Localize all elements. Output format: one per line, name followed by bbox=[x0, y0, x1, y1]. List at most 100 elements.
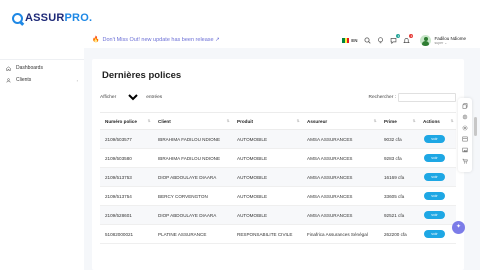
page-scrollbar[interactable] bbox=[474, 117, 477, 136]
table-search: Rechercher : bbox=[369, 93, 456, 102]
cart-icon[interactable] bbox=[462, 158, 468, 164]
view-button[interactable]: voir bbox=[424, 173, 445, 181]
gear-icon[interactable] bbox=[462, 125, 468, 131]
column-header[interactable]: Numéro police ⇅ bbox=[100, 112, 153, 130]
column-header[interactable]: Produit ⇅ bbox=[232, 112, 302, 130]
announcement-banner[interactable]: 🔥 Don't Miss Out! new update has been re… bbox=[92, 36, 220, 44]
language-selector[interactable]: EN bbox=[351, 38, 357, 43]
sidebar-item-label: Clients bbox=[16, 77, 32, 83]
sidebar-divider bbox=[0, 59, 84, 60]
column-header[interactable]: Actions ⇅ bbox=[418, 112, 456, 130]
sidebar: Dashboards Clients › ⌐ bbox=[0, 32, 84, 270]
sparkle-icon: ✦ bbox=[455, 224, 462, 230]
chevron-right-icon: › bbox=[76, 77, 78, 83]
column-header-label: Numéro police bbox=[105, 118, 137, 124]
entries-select[interactable]: 10 bbox=[121, 94, 142, 101]
fire-icon: 🔥 bbox=[92, 37, 100, 43]
policy-number-cell: 51082000021 bbox=[100, 224, 153, 244]
search-icon[interactable] bbox=[364, 37, 372, 44]
policy-number-cell: 2109/503580 bbox=[100, 148, 153, 168]
policy-number-cell: 2109/513754 bbox=[100, 186, 153, 206]
premium-cell: 33605 cfa bbox=[379, 186, 418, 206]
actions-cell: voir bbox=[418, 129, 456, 149]
sidebar-item-dashboards[interactable]: Dashboards bbox=[6, 65, 78, 71]
sort-icon: ⇅ bbox=[296, 119, 300, 123]
senegal-flag-icon[interactable] bbox=[342, 37, 350, 43]
column-header-label: Produit bbox=[237, 118, 254, 124]
table-row: 2109/503580 IBRAHIMA FADILOU NDIONE AUTO… bbox=[100, 148, 456, 168]
premium-cell: 9283 cfa bbox=[379, 148, 418, 168]
table-row: 2109/513753 DIOP ABDOULAYE DIAARA AUTOMO… bbox=[100, 167, 456, 187]
insurer-cell: Finafrica Assurances Sénégal bbox=[302, 224, 379, 244]
client-cell: IBRAHIMA FADILOU NDIONE bbox=[153, 148, 232, 168]
table-row: 2109/503577 IBRAHIMA FADILOU NDIONE AUTO… bbox=[100, 129, 456, 149]
client-cell: IBRAHIMA FADILOU NDIONE bbox=[153, 129, 232, 149]
insurer-cell: AMSA ASSURANCES bbox=[302, 186, 379, 206]
brand-logo[interactable]: ASSURPRO. bbox=[12, 12, 92, 24]
layout-icon[interactable] bbox=[462, 136, 468, 142]
actions-cell: voir bbox=[418, 205, 456, 225]
product-cell: AUTOMOBILE bbox=[232, 129, 302, 149]
notifications-badge: 2 bbox=[409, 33, 414, 38]
logo-mark-icon bbox=[12, 12, 23, 24]
table-row: 2109/528601 DIOP ABDOULAYE DIAARA AUTOMO… bbox=[100, 205, 456, 225]
actions-cell: voir bbox=[418, 148, 456, 168]
chevron-down-icon: ⌄ bbox=[444, 40, 448, 45]
client-cell: DIOP ABDOULAYE DIAARA bbox=[153, 205, 232, 225]
user-role-text: super bbox=[434, 40, 444, 45]
policy-number-cell: 2109/503577 bbox=[100, 129, 153, 149]
show-label: Afficher bbox=[100, 95, 117, 100]
column-header[interactable]: Client ⇅ bbox=[153, 112, 232, 130]
client-cell: DIOP ABDOULAYE DIAARA bbox=[153, 167, 232, 187]
view-button[interactable]: voir bbox=[424, 192, 445, 200]
sort-icon: ⇅ bbox=[450, 119, 454, 123]
column-header-label: Prime bbox=[384, 118, 397, 124]
product-cell: AUTOMOBILE bbox=[232, 205, 302, 225]
client-cell: BERCY CORVENGTON bbox=[153, 186, 232, 206]
search-input[interactable] bbox=[398, 93, 456, 102]
insurer-cell: AMSA ASSURANCES bbox=[302, 148, 379, 168]
premium-cell: 9032 cfa bbox=[379, 129, 418, 149]
table-row: 2109/513754 BERCY CORVENGTON AUTOMOBILE … bbox=[100, 186, 456, 206]
actions-cell: voir bbox=[418, 186, 456, 206]
help-button[interactable]: ✦ bbox=[452, 221, 465, 234]
copy-icon[interactable] bbox=[462, 103, 468, 109]
bulb-icon[interactable] bbox=[377, 36, 384, 44]
sort-icon: ⇅ bbox=[226, 119, 230, 123]
premium-cell: 262200 cfa bbox=[379, 224, 418, 244]
sidebar-item-clients[interactable]: Clients › bbox=[6, 77, 78, 83]
insurer-cell: AMSA ASSURANCES bbox=[302, 129, 379, 149]
users-icon bbox=[6, 77, 11, 83]
sort-icon: ⇅ bbox=[412, 119, 416, 123]
bell-icon[interactable]: 2 bbox=[403, 33, 414, 44]
actions-cell: voir bbox=[418, 167, 456, 187]
client-cell: PLATINE ASSURANCE bbox=[153, 224, 232, 244]
home-icon bbox=[6, 65, 11, 71]
view-button[interactable]: voir bbox=[424, 154, 445, 162]
view-button[interactable]: voir bbox=[424, 211, 445, 219]
entries-length-control: Afficher 10 entrées bbox=[100, 94, 162, 101]
product-cell: RESPONSABILITE CIVILE bbox=[232, 224, 302, 244]
policies-table: Numéro police ⇅ Client ⇅ Produit ⇅ Assureur… bbox=[100, 112, 456, 244]
announcement-text[interactable]: Don't Miss Out! new update has been rele… bbox=[102, 37, 219, 43]
avatar[interactable] bbox=[420, 34, 432, 46]
insurer-cell: AMSA ASSURANCES bbox=[302, 205, 379, 225]
column-header[interactable]: Assureur ⇅ bbox=[302, 112, 379, 130]
column-header-label: Assureur bbox=[307, 118, 328, 124]
user-menu[interactable]: Fadilou Ndiome super ⌄ bbox=[434, 36, 466, 45]
view-button[interactable]: voir bbox=[424, 230, 445, 238]
product-cell: AUTOMOBILE bbox=[232, 148, 302, 168]
entries-suffix: entrées bbox=[146, 95, 163, 100]
column-header-label: Actions bbox=[423, 118, 440, 124]
image-icon[interactable] bbox=[462, 147, 468, 153]
view-button[interactable]: voir bbox=[424, 135, 445, 143]
policies-card: Dernières polices Afficher 10 entrées Re… bbox=[92, 59, 464, 270]
column-header[interactable]: Prime ⇅ bbox=[379, 112, 418, 130]
settings-icon[interactable] bbox=[462, 114, 468, 120]
customizer-toolbar bbox=[458, 98, 472, 172]
messages-badge: 1 bbox=[396, 33, 401, 38]
header-actions: EN 1 2 Fadilou Ndiome super ⌄ bbox=[342, 33, 480, 47]
search-label: Rechercher : bbox=[368, 95, 396, 100]
sidebar-item-label: Dashboards bbox=[16, 65, 43, 71]
chat-icon[interactable]: 1 bbox=[390, 33, 401, 44]
